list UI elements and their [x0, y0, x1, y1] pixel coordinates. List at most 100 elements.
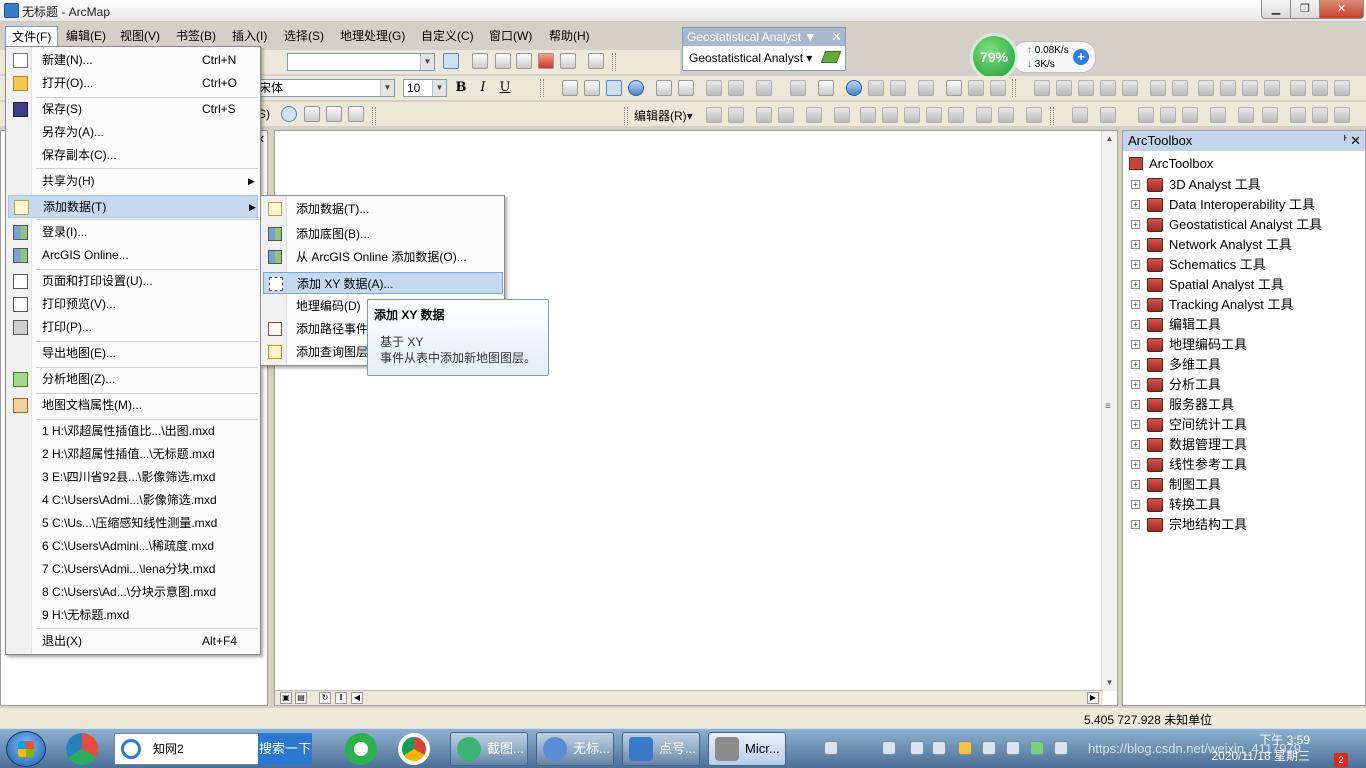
spatial-adjust-icon[interactable] — [1034, 80, 1050, 96]
expand-icon[interactable]: + — [1131, 200, 1140, 209]
scale-combo[interactable]: ▼ — [287, 53, 435, 71]
toolbox-item[interactable]: + Spatial Analyst 工具 — [1131, 275, 1322, 295]
find-route-icon[interactable] — [968, 80, 984, 96]
menu-customize[interactable]: 自定义(C) — [415, 26, 480, 46]
file-menu-save-copy[interactable]: 保存副本(C)... — [8, 144, 258, 167]
start-button[interactable] — [6, 731, 46, 767]
security-icon[interactable] — [982, 741, 996, 755]
toolbox-item[interactable]: + 制图工具 — [1131, 475, 1322, 495]
toolbox-item[interactable]: + 编辑工具 — [1131, 315, 1322, 335]
toolbox-item[interactable]: +3D Analyst 工具 — [1131, 175, 1322, 195]
python-window-icon[interactable] — [560, 53, 576, 69]
globe-search-icon[interactable] — [1290, 107, 1306, 123]
scroll-grip-icon[interactable]: ≡ — [1105, 401, 1114, 412]
snap-vertex-icon[interactable] — [1100, 80, 1116, 96]
edit-annotation-icon[interactable] — [728, 107, 744, 123]
file-menu-exit[interactable]: 退出(X) Alt+F4 — [8, 630, 258, 653]
toolbox-item[interactable]: + Geostatistical Analyst 工具 — [1131, 215, 1322, 235]
rotate-edit-icon[interactable] — [948, 107, 964, 123]
menu-selection[interactable]: 选择(S) — [278, 26, 330, 46]
file-menu-save-as[interactable]: 另存为(A)... — [8, 121, 258, 144]
schematic-icon[interactable] — [1160, 107, 1176, 123]
taskbar-search-input[interactable]: 知网2 — [114, 733, 260, 765]
toolbox-item[interactable]: + Network Analyst 工具 — [1131, 235, 1322, 255]
rotate-icon[interactable] — [1220, 80, 1236, 96]
toolbar-grip[interactable] — [372, 107, 376, 125]
straight-segment-icon[interactable] — [756, 107, 772, 123]
file-menu-analyze-map[interactable]: 分析地图(Z)... — [8, 368, 258, 391]
draw-grid-icon[interactable] — [304, 106, 320, 122]
expand-icon[interactable]: + — [1131, 320, 1140, 329]
memory-percent-badge[interactable]: 79% — [970, 33, 1018, 81]
toolbox-item[interactable]: + 转换工具 — [1131, 495, 1322, 515]
toolbar-grip[interactable] — [1012, 79, 1016, 97]
menu-geoprocessing[interactable]: 地理处理(G) — [334, 26, 411, 46]
toolbar-grip[interactable] — [540, 79, 544, 97]
pan-hand-icon[interactable] — [606, 80, 622, 96]
toolbox-item[interactable]: + Schematics 工具 — [1131, 255, 1322, 275]
toolbox-item[interactable]: + 分析工具 — [1131, 375, 1322, 395]
taskbar-task-arcmap[interactable]: 无标... — [536, 732, 614, 766]
expand-icon[interactable]: + — [1131, 520, 1140, 529]
file-menu-sign-in[interactable]: 登录(I)... — [8, 221, 258, 244]
file-menu-add-data[interactable]: 添加数据(T) ▶ — [8, 195, 258, 218]
clear-selection-icon[interactable] — [790, 80, 806, 96]
point-icon[interactable] — [834, 107, 850, 123]
toolbox-item[interactable]: + Tracking Analyst 工具 — [1131, 295, 1322, 315]
model-builder-icon[interactable] — [588, 53, 604, 69]
find-binoculars-icon[interactable] — [946, 80, 962, 96]
pinned-app-icon[interactable] — [66, 733, 98, 765]
georef-icon[interactable] — [1198, 80, 1214, 96]
italic-button[interactable]: I — [474, 79, 492, 97]
end-point-arc-icon[interactable] — [778, 107, 794, 123]
wechat-icon[interactable] — [345, 733, 377, 765]
keyboard-icon[interactable] — [824, 741, 838, 755]
catalog-icon[interactable] — [495, 53, 511, 69]
taskbar-task-microsoft[interactable]: Micr... — [708, 732, 786, 766]
file-menu-print[interactable]: 打印(P)... — [8, 316, 258, 339]
vertical-scrollbar[interactable]: ▲ ≡ ▼ — [1101, 131, 1117, 691]
toolbox-item[interactable]: + 空间统计工具 — [1131, 415, 1322, 435]
toolbox-item[interactable]: + 宗地结构工具 — [1131, 515, 1322, 535]
draw-polygon-icon[interactable] — [348, 106, 364, 122]
taskbar-task-snipping[interactable]: 截图... — [450, 732, 528, 766]
expand-icon[interactable]: + — [1131, 220, 1140, 229]
html-popup-icon[interactable] — [890, 80, 906, 96]
fixed-zoom-in-icon[interactable] — [656, 80, 672, 96]
snap-edge-icon[interactable] — [1078, 80, 1094, 96]
create-features-icon[interactable] — [1026, 107, 1042, 123]
trace-icon[interactable] — [806, 107, 822, 123]
close-button[interactable]: ✕ — [1319, 0, 1364, 19]
expand-icon[interactable]: + — [1131, 340, 1140, 349]
cube-icon[interactable] — [1262, 107, 1278, 123]
network-icon[interactable] — [1100, 107, 1116, 123]
edit-tool-icon[interactable] — [706, 107, 722, 123]
recent-file-item[interactable]: 5 C:\Us...\压缩感知线性测量.mxd — [8, 512, 258, 535]
file-menu-open[interactable]: 打开(O)... Ctrl+O — [8, 72, 258, 95]
expand-icon[interactable]: + — [1131, 420, 1140, 429]
input-method-icon[interactable] — [932, 741, 946, 755]
recent-file-item[interactable]: 9 H:\无标题.mxd — [8, 604, 258, 627]
file-menu-save[interactable]: 保存(S) Ctrl+S — [8, 98, 258, 121]
status-tray-icon[interactable] — [1030, 741, 1044, 755]
underline-button[interactable]: U — [496, 79, 514, 97]
toolbox-item[interactable]: + 数据管理工具 — [1131, 435, 1322, 455]
draw-rectangle-icon[interactable] — [326, 106, 342, 122]
file-menu-print-preview[interactable]: 打印预览(V)... — [8, 293, 258, 316]
home-icon[interactable] — [1072, 107, 1088, 123]
speed-plus-button[interactable]: + — [1073, 49, 1089, 65]
menu-bookmarks[interactable]: 书签(B) — [170, 26, 222, 46]
measure-grid-icon[interactable] — [1334, 107, 1350, 123]
expand-icon[interactable]: + — [1131, 400, 1140, 409]
submenu-add-data[interactable]: 添加数据(T)... — [263, 198, 503, 220]
sketch-properties-icon[interactable] — [998, 107, 1014, 123]
expand-icon[interactable]: + — [1131, 360, 1140, 369]
snap-line-icon[interactable] — [1056, 80, 1072, 96]
scroll-right-icon[interactable]: ▶ — [1087, 692, 1099, 704]
file-menu-page-setup[interactable]: 页面和打印设置(U)... — [8, 270, 258, 293]
minimize-button[interactable]: ▁ — [1261, 0, 1291, 19]
submenu-add-basemap[interactable]: 添加底图(B)... — [263, 223, 503, 245]
grid-icon[interactable] — [1312, 80, 1328, 96]
close-icon[interactable]: ✕ — [831, 28, 842, 46]
geostat-dropdown[interactable]: Geostatistical Analyst ▾ — [689, 51, 812, 65]
